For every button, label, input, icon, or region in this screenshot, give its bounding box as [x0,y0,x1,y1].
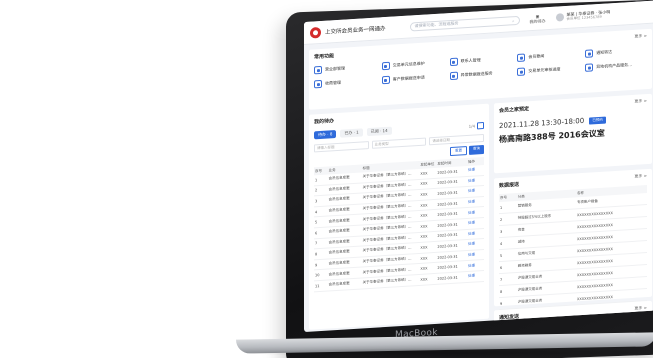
function-item-label: 联系人管理 [460,57,481,64]
unit-icon [381,61,390,71]
function-item[interactable]: 异地机构产品服务... [585,60,647,72]
function-item[interactable]: 通知转达 [585,46,647,58]
function-item[interactable]: 会员要闻 [517,50,579,62]
reset-button[interactable]: 重置 [450,146,467,157]
function-item-label: 通知转达 [596,49,613,56]
branch-icon [314,65,322,75]
table-cell: 9 [499,296,517,310]
function-item[interactable]: 营业部管理 [314,63,376,75]
function-item[interactable]: 联系人管理 [449,54,512,67]
todo-card: 我的待办 待办 · 8 已办 · 1 已阅 · 14 1/4 请输入标题 业务类… [309,103,489,330]
todo-shortcut[interactable]: ▣ 我的待办 [529,13,546,25]
notice-more-link[interactable]: 更多 > [634,305,647,312]
function-item-label: 客户数据报送申请 [392,74,425,82]
function-item[interactable]: 客户数据报送申请 [381,72,444,85]
meeting-status-badge: 已预约 [589,116,606,125]
meeting-title: 会员之家预定 [499,106,530,115]
search-input[interactable]: 请搜索功能、流程或服务 ⌕ [409,15,520,32]
table-cell: XXX [419,273,437,285]
function-item-label: 交易单元信息维护 [392,60,425,68]
search-placeholder: 请搜索功能、流程或服务 [414,20,459,29]
title-filter-input[interactable]: 请输入标题 [314,141,369,153]
search-button[interactable]: 查询 [469,144,484,155]
product-icon [585,63,594,72]
laptop-screen: 上交所会员业务一网通办 请搜索功能、流程或服务 ⌕ ▣ 我的待办 某某 | 华泰… [304,0,653,332]
product-mockup: 上交所会员业务一网通办 请搜索功能、流程或服务 ⌕ ▣ 我的待办 某某 | 华泰… [0,0,653,358]
next-page-button[interactable] [477,121,484,129]
function-item-label: 交易单元审核进度 [528,66,561,74]
meeting-card: 会员之家预定 更多 > 2021.11.28 13:30-18:00 已预约 杨… [494,93,652,174]
todo-shortcut-label: 我的待办 [529,18,546,25]
pager: 1/4 [469,121,484,129]
function-item-label: 异地机构产品服务... [596,61,633,70]
function-item[interactable]: 交易单元审核进度 [517,64,579,76]
table-cell: 11 [314,279,328,292]
search-icon[interactable]: ⌕ [512,18,514,23]
user-menu[interactable]: 某某 | 华泰证券 · 张小明 会员单位 123456789 [555,9,610,22]
date-filter-input[interactable]: 请选择日期 [429,133,485,146]
type-filter-select[interactable]: 业务类型 [371,137,427,149]
tab-pending[interactable]: 待办 · 8 [314,130,337,140]
common-functions-more-link[interactable]: 更多 > [634,33,647,40]
table-cell: 关于华泰证券（第三方系统）... [361,274,420,289]
pager-text: 1/4 [468,123,475,129]
table-cell: 2022-03-31 [436,271,467,284]
function-item[interactable]: 异常数据报送服务 [449,68,512,81]
exception-icon [449,71,458,81]
report-icon [381,75,390,85]
row-action-link[interactable]: 处理 [466,270,484,283]
data-report-card: 数据报送 更多 > 序号 分类 名称 1 营销服务 专项账户报备 2 持股超过5%以上股东 X… [494,168,652,310]
table-cell: 会员信息变更 [327,277,362,291]
function-item-label: 营业部管理 [325,65,345,72]
data-report-more-link[interactable]: 更多 > [634,173,647,180]
contact-icon [449,57,458,67]
function-item-label: 收费管理 [325,79,341,86]
notice-icon [585,49,594,58]
laptop-shadow [250,348,650,358]
function-item[interactable]: 交易单元信息维护 [381,58,444,71]
progress-icon [517,67,526,76]
function-item-label: 会员要闻 [528,53,545,60]
app-title: 上交所会员业务一网通办 [325,26,386,36]
news-icon [517,53,526,62]
tab-done[interactable]: 已办 · 1 [340,128,363,138]
tab-read[interactable]: 已阅 · 14 [366,126,392,137]
meeting-time-text: 2021.11.28 13:30-18:00 [499,116,585,131]
fee-icon [314,79,322,89]
function-item-label: 异常数据报送服务 [460,70,493,78]
data-report-table: 序号 分类 名称 1 营销服务 专项账户报备 2 持股超过5%以上股东 XXXXXXXXXXX… [499,185,647,310]
todo-table: 序号 业务 标题 发起单位 发起时间 操作 1 会员信息变更 关于华泰证券（第三方系统）...… [314,156,484,292]
meeting-more-link[interactable]: 更多 > [634,98,647,105]
function-item[interactable]: 收费管理 [314,77,376,89]
sse-logo-icon [310,26,321,39]
avatar[interactable] [555,13,564,22]
